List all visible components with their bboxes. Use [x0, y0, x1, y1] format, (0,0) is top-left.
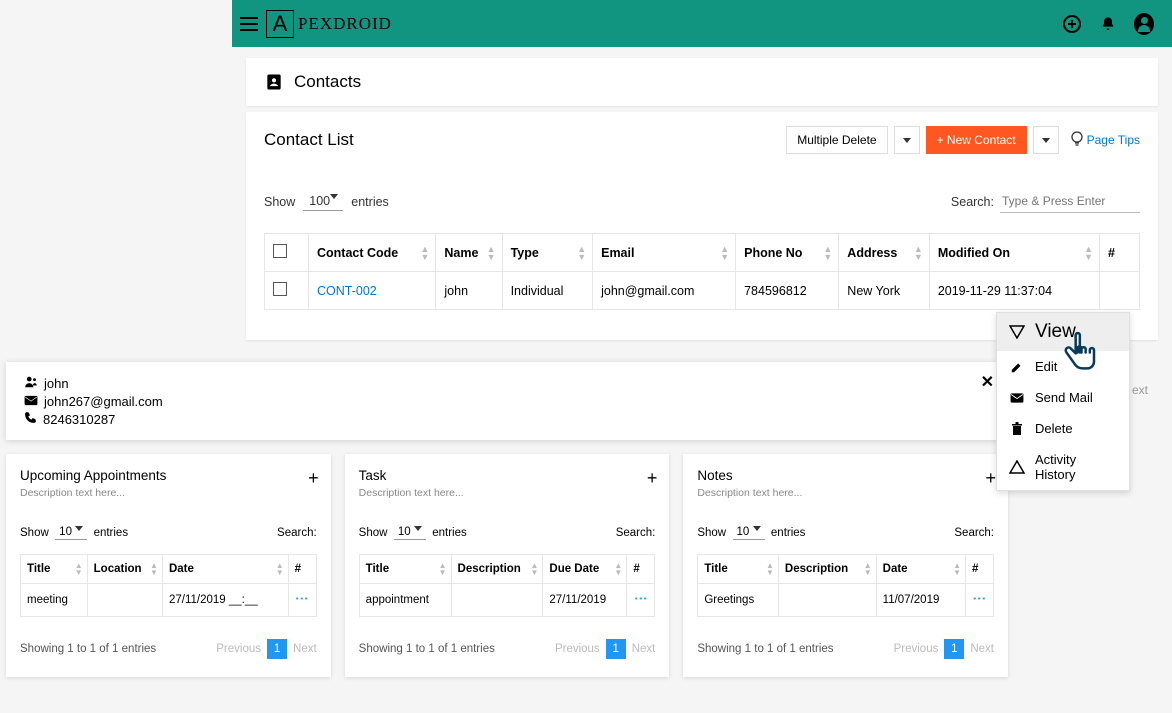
- context-edit[interactable]: Edit: [997, 351, 1129, 382]
- prev-page[interactable]: Previous: [555, 643, 600, 655]
- prev-page[interactable]: Previous: [216, 643, 261, 655]
- page-1[interactable]: 1: [944, 639, 964, 659]
- list-title: Contact List: [264, 130, 354, 150]
- cell-email: john@gmail.com: [593, 272, 736, 310]
- mail-icon: [24, 394, 38, 409]
- table-row[interactable]: appointment 27/11/2019 ⋮: [359, 584, 655, 617]
- page-size-selector[interactable]: 10: [394, 525, 426, 540]
- row-context-menu: View Edit Send Mail Delete Activity Hist…: [996, 312, 1130, 491]
- brand-name: PEXDROID: [298, 14, 392, 34]
- notes-widget: + Notes Description text here... Show 10…: [683, 454, 1008, 677]
- task-table: Title▲▼ Description▲▼ Due Date▲▼ # appoi…: [359, 554, 656, 617]
- row-actions-button[interactable]: ⋮: [295, 592, 310, 605]
- bell-icon[interactable]: [1098, 14, 1118, 34]
- page-size-selector[interactable]: 100: [303, 192, 343, 211]
- cell-type: Individual: [502, 272, 593, 310]
- detail-phone: 8246310287: [43, 412, 115, 427]
- page-1[interactable]: 1: [267, 639, 287, 659]
- triangle-down-icon: [1009, 325, 1025, 339]
- cell-modified: 2019-11-29 11:37:04: [929, 272, 1099, 310]
- add-icon[interactable]: [1062, 14, 1082, 34]
- pencil-icon: [1009, 360, 1025, 374]
- add-note-button[interactable]: +: [986, 468, 997, 489]
- trash-icon: [1009, 422, 1025, 436]
- person-icon: [24, 375, 38, 392]
- col-email[interactable]: Email▲▼: [593, 234, 736, 272]
- col-type[interactable]: Type▲▼: [502, 234, 593, 272]
- page-size-selector[interactable]: 10: [733, 525, 765, 540]
- show-label: Show: [264, 195, 295, 209]
- phone-icon: [24, 411, 37, 427]
- appointments-table: Title▲▼ Location▲▼ Date▲▼ # meeting 27/1…: [20, 554, 317, 617]
- upcoming-appointments-widget: + Upcoming Appointments Description text…: [6, 454, 331, 677]
- select-all-checkbox[interactable]: [273, 244, 287, 258]
- col-address[interactable]: Address▲▼: [839, 234, 930, 272]
- table-row[interactable]: CONT-002 john Individual john@gmail.com …: [265, 272, 1140, 310]
- page-title: Contacts: [294, 72, 361, 92]
- widget-title: Upcoming Appointments: [20, 468, 317, 483]
- brand-logo-mark: A: [266, 10, 294, 38]
- add-appointment-button[interactable]: +: [308, 468, 319, 489]
- col-name[interactable]: Name▲▼: [436, 234, 502, 272]
- cell-phone: 784596812: [736, 272, 839, 310]
- chevron-down-icon: [330, 194, 338, 199]
- widget-desc: Description text here...: [20, 487, 317, 499]
- contacts-table: Contact Code▲▼ Name▲▼ Type▲▼ Email▲▼ Pho…: [264, 233, 1140, 310]
- contact-list-card: Contact List Multiple Delete + New Conta…: [246, 112, 1158, 340]
- table-row[interactable]: Greetings 11/07/2019 ⋮: [698, 584, 994, 617]
- user-avatar-icon[interactable]: [1134, 14, 1154, 34]
- triangle-up-icon: [1009, 460, 1025, 474]
- notes-table: Title▲▼ Description▲▼ Date▲▼ # Greetings…: [697, 554, 994, 617]
- multiple-delete-caret[interactable]: [894, 126, 920, 154]
- col-actions: #: [1100, 234, 1140, 272]
- contact-detail-panel: ✕ john john267@gmail.com 8246310287: [6, 362, 1008, 440]
- page-tips-link[interactable]: Page Tips: [1071, 131, 1140, 150]
- hamburger-menu-button[interactable]: [232, 17, 266, 31]
- row-checkbox[interactable]: [273, 282, 287, 296]
- next-page[interactable]: Next: [293, 643, 317, 655]
- context-view[interactable]: View: [997, 313, 1129, 351]
- widget-title: Notes: [697, 468, 994, 483]
- col-modified[interactable]: Modified On▲▼: [929, 234, 1099, 272]
- chevron-down-icon: [1042, 138, 1050, 143]
- next-page[interactable]: Next: [970, 643, 994, 655]
- cell-name: john: [436, 272, 502, 310]
- page-1[interactable]: 1: [606, 639, 626, 659]
- context-send-mail[interactable]: Send Mail: [997, 382, 1129, 413]
- row-actions-button[interactable]: ⋮: [972, 592, 987, 605]
- entries-label: entries: [351, 195, 389, 209]
- multiple-delete-button[interactable]: Multiple Delete: [786, 126, 887, 154]
- page-header: Contacts: [246, 58, 1158, 106]
- search-input[interactable]: [1000, 190, 1140, 213]
- row-actions-button[interactable]: ⋮: [633, 592, 648, 605]
- search-label: Search:: [951, 195, 994, 209]
- new-contact-button[interactable]: + New Contact: [926, 126, 1027, 154]
- next-page[interactable]: Next: [632, 643, 656, 655]
- detail-name: john: [44, 376, 69, 391]
- table-row[interactable]: meeting 27/11/2019 __:__ ⋮: [21, 584, 317, 617]
- page-size-selector[interactable]: 10: [55, 525, 87, 540]
- contacts-icon: [264, 72, 284, 92]
- bulb-icon: [1071, 131, 1083, 150]
- task-widget: + Task Description text here... Show 10 …: [345, 454, 670, 677]
- prev-page[interactable]: Previous: [894, 643, 939, 655]
- context-delete[interactable]: Delete: [997, 413, 1129, 444]
- col-code[interactable]: Contact Code▲▼: [309, 234, 436, 272]
- close-icon[interactable]: ✕: [981, 372, 994, 392]
- detail-email: john267@gmail.com: [44, 394, 163, 409]
- search-label: Search:: [277, 527, 317, 539]
- add-task-button[interactable]: +: [647, 468, 658, 489]
- new-contact-caret[interactable]: [1033, 126, 1059, 154]
- widget-title: Task: [359, 468, 656, 483]
- col-phone[interactable]: Phone No▲▼: [736, 234, 839, 272]
- chevron-down-icon: [903, 138, 911, 143]
- context-activity-history[interactable]: Activity History: [997, 444, 1129, 490]
- cell-address: New York: [839, 272, 930, 310]
- topbar: A PEXDROID: [232, 0, 1172, 47]
- contact-code-link[interactable]: CONT-002: [317, 284, 377, 298]
- mail-icon: [1009, 392, 1025, 404]
- pagination-next-ghost: ext: [1132, 383, 1148, 397]
